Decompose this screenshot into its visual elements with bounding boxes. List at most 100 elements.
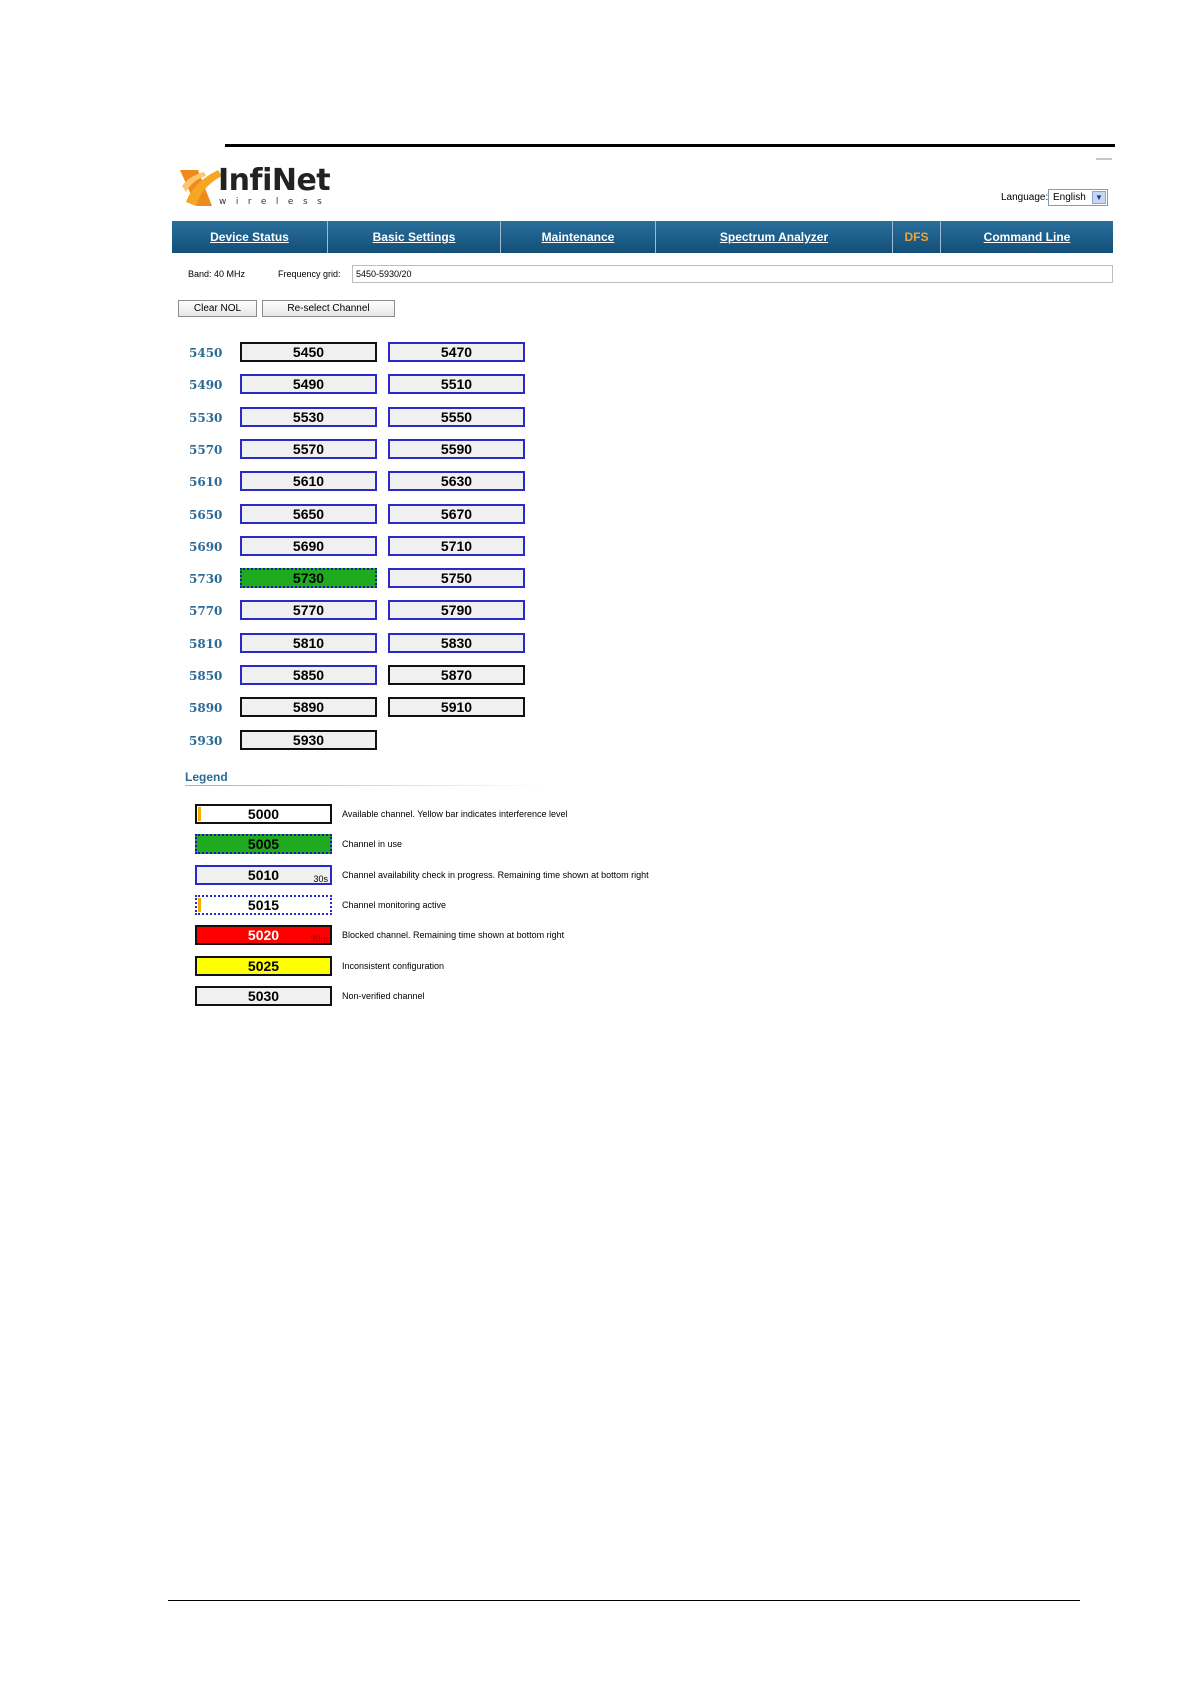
nav-tab-command-line[interactable]: Command Line [941, 221, 1113, 253]
channel-5770[interactable]: 5770 [240, 600, 377, 620]
channel-5510[interactable]: 5510 [388, 374, 525, 394]
row-label: 5930 [189, 734, 223, 748]
channel-frequency: 5790 [440, 602, 473, 618]
channel-frequency: 5015 [247, 897, 280, 913]
channel-frequency: 5910 [440, 699, 473, 715]
channel-5030[interactable]: 5030 [195, 986, 332, 1006]
legend-description: Channel in use [342, 839, 403, 849]
channel-5890[interactable]: 5890 [240, 697, 377, 717]
channel-5005[interactable]: 5005 [195, 834, 332, 854]
corner-mark [1096, 158, 1112, 165]
nav-tab-spectrum-analyzer[interactable]: Spectrum Analyzer [656, 221, 893, 253]
channel-frequency: 5470 [440, 344, 473, 360]
language-value: English [1053, 192, 1086, 203]
channel-frequency: 5005 [247, 836, 280, 852]
channel-frequency: 5690 [292, 538, 325, 554]
row-label: 5890 [189, 701, 223, 715]
channel-5025[interactable]: 5025 [195, 956, 332, 976]
row-label: 5810 [189, 637, 223, 651]
channel-5830[interactable]: 5830 [388, 633, 525, 653]
chevron-down-icon[interactable]: ▼ [1092, 191, 1106, 204]
channel-5790[interactable]: 5790 [388, 600, 525, 620]
logo-subtitle: wireless [219, 197, 332, 207]
channel-frequency: 5030 [247, 988, 280, 1004]
channel-timer: 30m [310, 934, 328, 944]
channel-frequency: 5530 [292, 409, 325, 425]
row-label: 5490 [189, 378, 223, 392]
channel-5550[interactable]: 5550 [388, 407, 525, 427]
channel-frequency: 5630 [440, 473, 473, 489]
channel-5730[interactable]: 5730 [240, 568, 377, 588]
channel-5000[interactable]: 5000 [195, 804, 332, 824]
channel-5930[interactable]: 5930 [240, 730, 377, 750]
channel-frequency: 5020 [247, 927, 280, 943]
channel-frequency: 5830 [440, 635, 473, 651]
row-label: 5610 [189, 475, 223, 489]
channel-5630[interactable]: 5630 [388, 471, 525, 491]
top-rule [225, 144, 1115, 147]
channel-frequency: 5710 [440, 538, 473, 554]
channel-frequency: 5610 [292, 473, 325, 489]
legend-description: Channel monitoring active [342, 900, 447, 910]
bottom-rule [168, 1600, 1080, 1601]
row-label: 5570 [189, 443, 223, 457]
channel-5750[interactable]: 5750 [388, 568, 525, 588]
channel-5690[interactable]: 5690 [240, 536, 377, 556]
row-label: 5850 [189, 669, 223, 683]
row-label: 5690 [189, 540, 223, 554]
channel-5450[interactable]: 5450 [240, 342, 377, 362]
nav-tab-basic-settings[interactable]: Basic Settings [328, 221, 501, 253]
channel-5850[interactable]: 5850 [240, 665, 377, 685]
channel-frequency: 5670 [440, 506, 473, 522]
channel-frequency: 5850 [292, 667, 325, 683]
legend-description: Available channel. Yellow bar indicates … [342, 809, 568, 819]
channel-frequency: 5650 [292, 506, 325, 522]
row-label: 5770 [189, 604, 223, 618]
channel-5490[interactable]: 5490 [240, 374, 377, 394]
channel-5530[interactable]: 5530 [240, 407, 377, 427]
channel-5910[interactable]: 5910 [388, 697, 525, 717]
channel-5810[interactable]: 5810 [240, 633, 377, 653]
channel-5670[interactable]: 5670 [388, 504, 525, 524]
channel-frequency: 5490 [292, 376, 325, 392]
row-label: 5730 [189, 572, 223, 586]
channel-5870[interactable]: 5870 [388, 665, 525, 685]
reselect-channel-button[interactable]: Re-select Channel [262, 300, 395, 317]
nav-tab-maintenance[interactable]: Maintenance [501, 221, 656, 253]
channel-frequency: 5870 [440, 667, 473, 683]
channel-frequency: 5930 [292, 732, 325, 748]
nav-tab-device-status[interactable]: Device Status [172, 221, 328, 253]
channel-frequency: 5025 [247, 958, 280, 974]
channel-5010[interactable]: 5010 30s [195, 865, 332, 885]
interference-bar [198, 898, 201, 912]
frequency-grid-input[interactable]: 5450-5930/20 [352, 265, 1113, 283]
channel-5650[interactable]: 5650 [240, 504, 377, 524]
nav-tab-dfs[interactable]: DFS [893, 221, 941, 253]
channel-5470[interactable]: 5470 [388, 342, 525, 362]
legend-divider [185, 785, 545, 786]
channel-5710[interactable]: 5710 [388, 536, 525, 556]
language-select[interactable]: English ▼ [1048, 189, 1108, 206]
channel-5570[interactable]: 5570 [240, 439, 377, 459]
channel-5610[interactable]: 5610 [240, 471, 377, 491]
channel-frequency: 5750 [440, 570, 473, 586]
row-label: 5650 [189, 508, 223, 522]
channel-frequency: 5890 [292, 699, 325, 715]
interference-bar [198, 807, 201, 821]
channel-timer: 30s [313, 874, 328, 884]
legend-description: Inconsistent configuration [342, 961, 445, 971]
band-label: Band: 40 MHz [188, 269, 246, 279]
channel-frequency: 5570 [292, 441, 325, 457]
channel-5590[interactable]: 5590 [388, 439, 525, 459]
channel-frequency: 5010 [247, 867, 280, 883]
legend-title: Legend [185, 770, 228, 784]
row-label: 5530 [189, 411, 223, 425]
legend-description: Channel availability check in progress. … [342, 870, 649, 880]
channel-frequency: 5590 [440, 441, 473, 457]
row-label: 5450 [189, 346, 223, 360]
frequency-grid-value: 5450-5930/20 [356, 269, 412, 279]
clear-nol-button[interactable]: Clear NOL [178, 300, 257, 317]
frequency-grid-label: Frequency grid: [278, 269, 341, 279]
channel-5020[interactable]: 5020 30m [195, 925, 332, 945]
channel-5015[interactable]: 5015 [195, 895, 332, 915]
